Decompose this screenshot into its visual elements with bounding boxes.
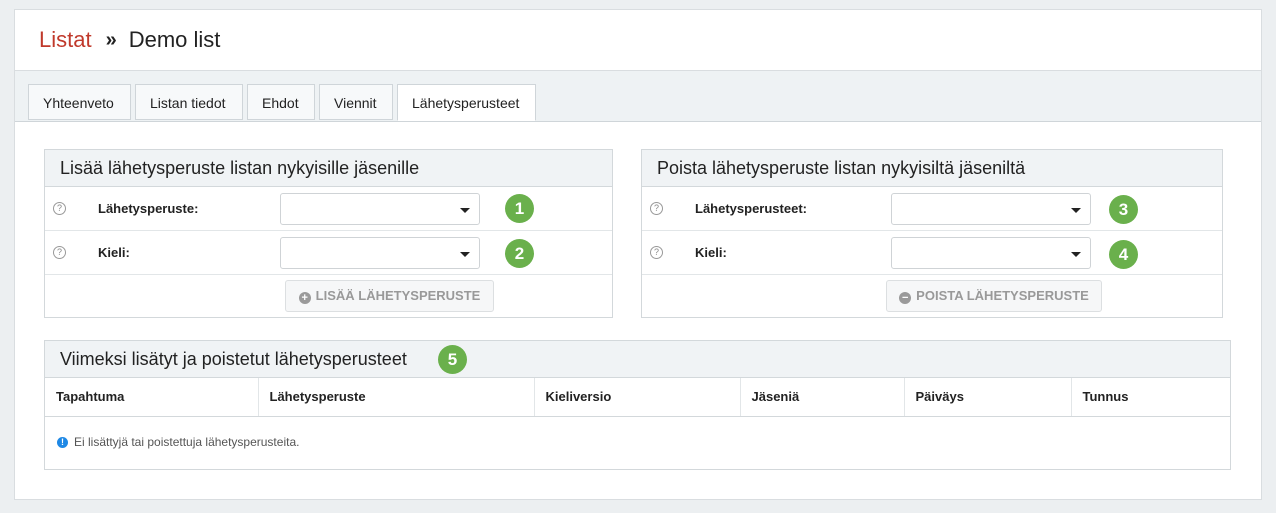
column-header-jasenia: Jäseniä — [740, 378, 905, 417]
empty-message-text: Ei lisättyjä tai poistettuja lähetysperu… — [74, 435, 300, 449]
remove-lahetysperusteet-select[interactable] — [891, 193, 1091, 225]
column-header-tunnus: Tunnus — [1071, 378, 1230, 417]
column-header-lahetysperuste: Lähetysperuste — [258, 378, 535, 417]
tab-ehdot[interactable]: Ehdot — [247, 84, 315, 120]
add-panel: Lisää lähetysperuste listan nykyisille j… — [44, 149, 613, 318]
main-frame: Listat » Demo list Yhteenveto Listan tie… — [14, 9, 1262, 500]
help-icon[interactable]: ? — [650, 202, 663, 215]
add-lahetysperuste-select[interactable] — [280, 193, 480, 225]
remove-panel: Poista lähetysperuste listan nykyisiltä … — [641, 149, 1223, 318]
help-icon[interactable]: ? — [53, 246, 66, 259]
recent-panel-title: Viimeksi lisätyt ja poistetut lähetysper… — [60, 349, 407, 369]
tab-viennit[interactable]: Viennit — [319, 84, 393, 120]
chevron-down-icon — [460, 252, 470, 257]
plus-circle-icon: + — [298, 292, 311, 304]
remove-panel-title: Poista lähetysperuste listan nykyisiltä … — [642, 150, 1222, 187]
step-badge-5: 5 — [438, 345, 467, 374]
column-header-tapahtuma: Tapahtuma — [45, 378, 259, 417]
add-kieli-select[interactable] — [280, 237, 480, 269]
step-badge-1: 1 — [505, 194, 534, 223]
column-header-kieliversio: Kieliversio — [534, 378, 741, 417]
info-icon: ! — [57, 436, 68, 448]
add-panel-title: Lisää lähetysperuste listan nykyisille j… — [45, 150, 612, 187]
remove-button-row: − POISTA LÄHETYSPERUSTE — [642, 275, 1222, 317]
add-field2-label: Kieli: — [98, 245, 130, 260]
page-title: Demo list — [128, 27, 221, 52]
column-header-paivays: Päiväys — [904, 378, 1072, 417]
chevron-down-icon — [460, 208, 470, 213]
empty-message: ! Ei lisättyjä tai poistettuja lähetyspe… — [45, 417, 1230, 468]
remove-row-kieli: ? Kieli: 4 — [642, 231, 1222, 275]
remove-field1-label: Lähetysperusteet: — [695, 201, 807, 216]
minus-circle-icon: − — [899, 292, 912, 304]
remove-row-lahetysperusteet: ? Lähetysperusteet: 3 — [642, 187, 1222, 231]
add-field1-label: Lähetysperuste: — [98, 201, 199, 216]
recent-panel-title-bar: Viimeksi lisätyt ja poistetut lähetysper… — [45, 341, 1230, 378]
help-icon[interactable]: ? — [53, 202, 66, 215]
add-button-row: + LISÄÄ LÄHETYSPERUSTE — [45, 275, 612, 317]
tab-bar: Yhteenveto Listan tiedot Ehdot Viennit L… — [15, 71, 1261, 122]
recent-table: Tapahtuma Lähetysperuste Kieliversio Jäs… — [45, 378, 1230, 417]
breadcrumb-listat-link[interactable]: Listat — [39, 27, 92, 53]
add-lahetysperuste-button[interactable]: + LISÄÄ LÄHETYSPERUSTE — [285, 280, 494, 312]
breadcrumb-separator: » — [105, 28, 117, 51]
remove-lahetysperuste-button[interactable]: − POISTA LÄHETYSPERUSTE — [886, 280, 1102, 312]
remove-field2-label: Kieli: — [695, 245, 727, 260]
recent-panel: Viimeksi lisätyt ja poistetut lähetysper… — [44, 340, 1231, 470]
table-header-row: Tapahtuma Lähetysperuste Kieliversio Jäs… — [45, 378, 1230, 417]
chevron-down-icon — [1071, 252, 1081, 257]
step-badge-3: 3 — [1109, 195, 1138, 224]
tab-yhteenveto[interactable]: Yhteenveto — [28, 84, 131, 120]
add-row-lahetysperuste: ? Lähetysperuste: 1 — [45, 187, 612, 231]
tab-listan-tiedot[interactable]: Listan tiedot — [135, 84, 243, 120]
help-icon[interactable]: ? — [650, 246, 663, 259]
remove-kieli-select[interactable] — [891, 237, 1091, 269]
tab-lahetysperusteet[interactable]: Lähetysperusteet — [397, 84, 536, 121]
page-header: Listat » Demo list — [15, 10, 1261, 71]
chevron-down-icon — [1071, 208, 1081, 213]
step-badge-4: 4 — [1109, 240, 1138, 269]
step-badge-2: 2 — [505, 239, 534, 268]
add-row-kieli: ? Kieli: 2 — [45, 231, 612, 275]
